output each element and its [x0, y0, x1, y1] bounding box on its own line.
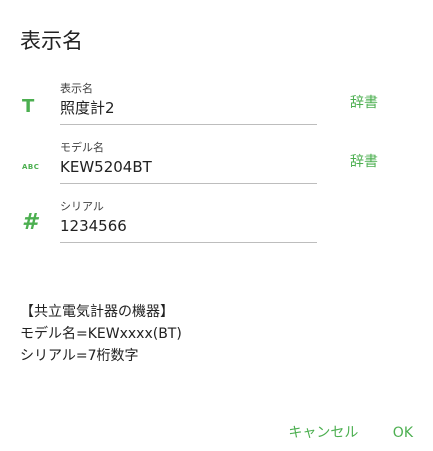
ok-button[interactable]: OK: [393, 424, 413, 442]
display-name-label: 表示名: [60, 82, 93, 95]
info-text-block: 【共立電気計器の機器】 モデル名=KEWxxxx(BT) シリアル=7桁数字: [20, 301, 182, 367]
info-line-model-format: モデル名=KEWxxxx(BT): [20, 326, 182, 342]
display-name-field-row: T 表示名 照度計2 辞書: [0, 82, 433, 138]
display-name-input[interactable]: 照度計2: [60, 98, 115, 118]
cancel-button[interactable]: キャンセル: [288, 424, 358, 442]
dialog-title: 表示名: [20, 29, 83, 53]
text-format-icon: T: [22, 96, 35, 117]
model-name-dictionary-button[interactable]: 辞書: [350, 153, 378, 171]
model-name-field-row: ABC モデル名 KEW5204BT 辞書: [0, 141, 433, 197]
model-name-underline: [60, 183, 317, 184]
abc-keyboard-icon: ABC: [22, 163, 40, 171]
display-name-dictionary-button[interactable]: 辞書: [350, 94, 378, 112]
serial-input[interactable]: 1234566: [60, 216, 127, 236]
model-name-label: モデル名: [60, 141, 104, 154]
serial-label: シリアル: [60, 200, 104, 213]
info-line-serial-format: シリアル=7桁数字: [20, 348, 139, 364]
hash-icon: #: [22, 210, 38, 235]
model-name-input[interactable]: KEW5204BT: [60, 157, 152, 177]
info-line-manufacturer: 【共立電気計器の機器】: [20, 304, 174, 320]
dialog: 表示名 T 表示名 照度計2 辞書 ABC モデル名 KEW5204BT 辞書 …: [0, 0, 433, 451]
dialog-actions: キャンセル OK: [288, 424, 413, 442]
serial-field-row: # シリアル 1234566: [0, 200, 433, 256]
serial-underline: [60, 242, 317, 243]
display-name-underline: [60, 124, 317, 125]
